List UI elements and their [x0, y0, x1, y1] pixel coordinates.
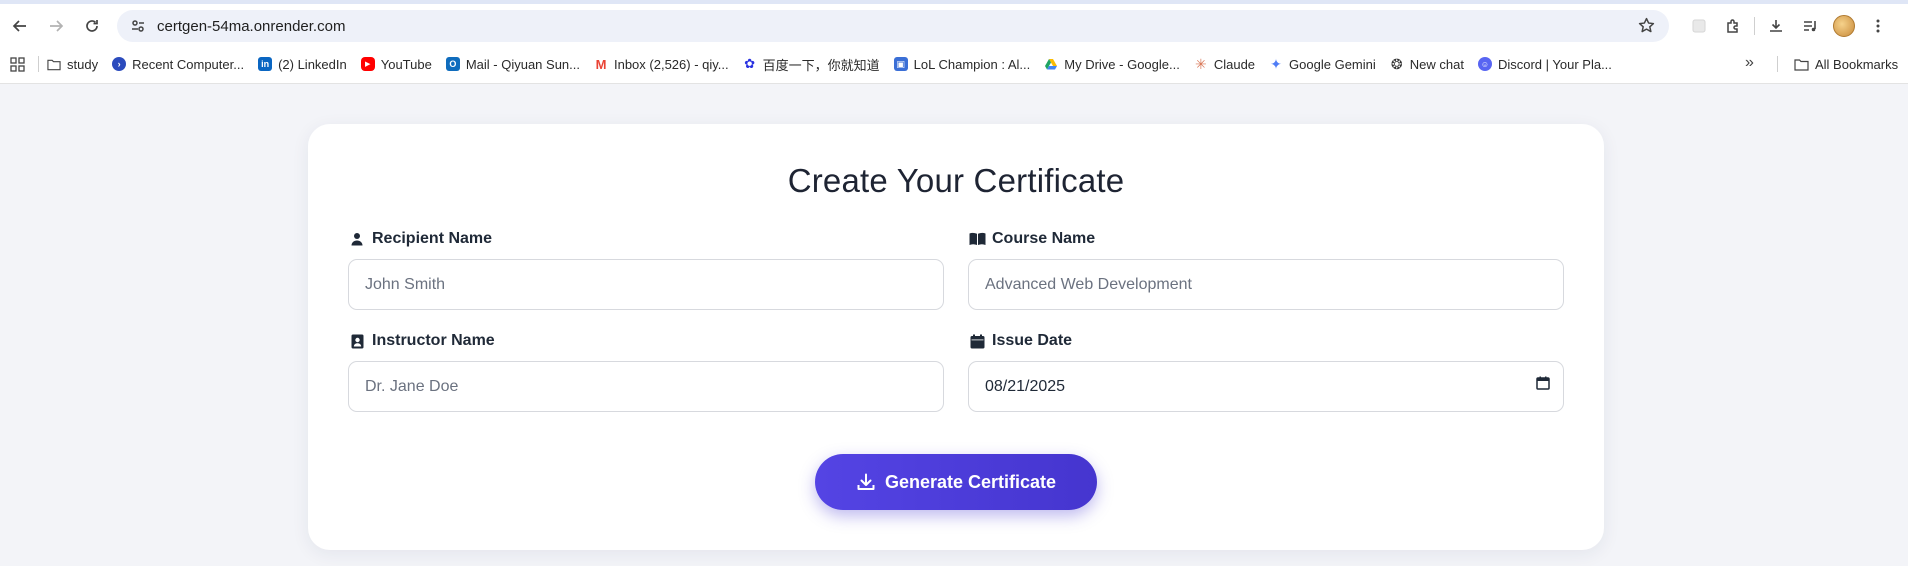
toolbar-divider: [1754, 17, 1755, 35]
back-button[interactable]: [2, 8, 38, 44]
issue-date-field-group: Issue Date 08/21/2025: [968, 330, 1564, 412]
bookmark-label: Claude: [1213, 56, 1256, 72]
page-title: Create Your Certificate: [787, 162, 1125, 199]
instructor-name-input[interactable]: Dr. Jane Doe: [348, 361, 944, 412]
all-bookmarks-label: All Bookmarks: [1815, 56, 1899, 72]
bookmark-label: My Drive - Google...: [1064, 56, 1180, 72]
date-picker-calendar-icon[interactable]: [1536, 376, 1550, 395]
instructor-label-text: Instructor Name: [372, 332, 495, 349]
openai-icon: ❂: [1390, 55, 1403, 72]
reload-icon: [86, 20, 98, 32]
bookmark-gemini[interactable]: ✦ Google Gemini: [1269, 55, 1376, 72]
drive-icon: [1044, 57, 1058, 71]
calendar-icon: [968, 333, 986, 349]
bookmark-label: New chat: [1409, 56, 1464, 72]
linkedin-icon: in: [258, 57, 273, 71]
outlook-icon: O: [445, 57, 460, 71]
address-bar[interactable]: certgen-54ma.onrender.com: [117, 10, 1669, 42]
media-controls-icon[interactable]: [1793, 9, 1827, 43]
all-bookmarks-button[interactable]: All Bookmarks: [1794, 50, 1898, 78]
course-label-text: Course Name: [992, 230, 1096, 247]
tab-strip-edge: [0, 0, 1908, 4]
course-name-value: Advanced Web Development: [985, 275, 1192, 293]
bookmark-linkedin[interactable]: in (2) LinkedIn: [258, 57, 347, 72]
issue-date-label: Issue Date: [968, 330, 1564, 352]
site-info-icon[interactable]: [123, 18, 153, 34]
instructor-name-value: Dr. Jane Doe: [365, 377, 459, 395]
apps-grid-icon[interactable]: [0, 56, 34, 72]
bookmark-label: study: [67, 56, 99, 72]
recipient-label-text: Recipient Name: [372, 230, 493, 247]
url-text[interactable]: certgen-54ma.onrender.com: [157, 18, 345, 35]
issue-date-label-text: Issue Date: [992, 332, 1073, 349]
bookmark-study[interactable]: study: [47, 57, 98, 72]
arrow-right-icon: [50, 20, 64, 32]
bookmark-youtube[interactable]: ▶ YouTube: [360, 56, 432, 72]
generate-certificate-button[interactable]: Generate Certificate: [815, 454, 1097, 510]
lol-icon: ▣: [893, 57, 908, 71]
bookmark-label: (2) LinkedIn: [278, 56, 347, 72]
bookmark-outlook[interactable]: O Mail - Qiyuan Sun...: [445, 56, 580, 72]
recipient-name-value: John Smith: [365, 275, 446, 293]
generate-certificate-label: Generate Certificate: [884, 471, 1057, 492]
discord-icon: ☺: [1477, 57, 1492, 71]
bookmarks-bar: study › Recent Computer... in (2) Linked…: [0, 50, 1908, 78]
instructor-label: Instructor Name: [348, 330, 944, 352]
book-icon: [968, 231, 986, 247]
course-field-group: Course Name Advanced Web Development: [968, 228, 1564, 310]
folder-icon: [1794, 58, 1809, 71]
bookmarks-divider: [38, 56, 39, 72]
forward-button[interactable]: [38, 8, 74, 44]
more-bookmarks-chevron-icon[interactable]: »: [1745, 54, 1754, 72]
reload-button[interactable]: [74, 8, 110, 44]
gmail-icon: M: [595, 56, 607, 72]
recipient-name-input[interactable]: John Smith: [348, 259, 944, 310]
bookmark-baidu[interactable]: ✿ 百度一下，你就知道: [743, 55, 880, 74]
bookmark-label: Discord | Your Pla...: [1497, 56, 1612, 72]
bookmark-recent-computer[interactable]: › Recent Computer...: [112, 57, 244, 72]
bookmark-gmail[interactable]: M Inbox (2,526) - qiy...: [594, 57, 729, 72]
certificate-form-card: Create Your Certificate Recipient Name J…: [308, 124, 1604, 550]
bookmark-label: 百度一下，你就知道: [762, 57, 880, 73]
toolbar-actions: [1682, 9, 1895, 43]
extensions-puzzle-icon[interactable]: [1716, 9, 1750, 43]
profile-avatar[interactable]: [1827, 9, 1861, 43]
bookmark-label: LoL Champion : Al...: [913, 56, 1031, 72]
bookmark-label: Mail - Qiyuan Sun...: [465, 56, 580, 72]
browser-toolbar: certgen-54ma.onrender.com: [0, 7, 1908, 45]
bookmark-star-icon[interactable]: [1638, 17, 1655, 39]
download-icon: [857, 473, 875, 490]
bookmark-label: Recent Computer...: [132, 56, 245, 72]
bookmark-claude[interactable]: ✳ Claude: [1194, 55, 1256, 72]
recipient-label: Recipient Name: [348, 228, 944, 250]
recipient-field-group: Recipient Name John Smith: [348, 228, 944, 310]
baidu-icon: ✿: [744, 56, 756, 71]
gemini-icon: ✦: [1270, 55, 1282, 72]
bookmarks-divider: [1777, 56, 1778, 72]
avatar: [1833, 15, 1855, 37]
bookmark-new-chat[interactable]: ❂ New chat: [1390, 55, 1464, 72]
bookmark-lol[interactable]: ▣ LoL Champion : Al...: [893, 56, 1031, 72]
user-icon: [348, 231, 366, 247]
bookmark-label: YouTube: [380, 56, 432, 72]
bookmark-label: Inbox (2,526) - qiy...: [613, 56, 729, 72]
youtube-icon: ▶: [360, 57, 375, 71]
extension-slot-icon[interactable]: [1682, 9, 1716, 43]
folder-icon: [47, 57, 61, 71]
bookmark-label: Google Gemini: [1289, 56, 1376, 72]
site-icon: ›: [112, 57, 127, 71]
browser-chrome: certgen-54ma.onrender.com study › Recent…: [0, 0, 1908, 84]
course-name-input[interactable]: Advanced Web Development: [968, 259, 1564, 310]
bookmark-drive[interactable]: My Drive - Google...: [1044, 57, 1180, 72]
course-label: Course Name: [968, 228, 1564, 250]
issue-date-value: 08/21/2025: [985, 377, 1066, 395]
downloads-icon[interactable]: [1759, 9, 1793, 43]
arrow-left-icon: [12, 20, 26, 32]
id-badge-icon: [348, 333, 366, 349]
instructor-field-group: Instructor Name Dr. Jane Doe: [348, 330, 944, 412]
bookmark-discord[interactable]: ☺ Discord | Your Pla...: [1477, 56, 1612, 72]
claude-icon: ✳: [1194, 55, 1207, 72]
browser-menu-icon[interactable]: [1861, 9, 1895, 43]
issue-date-input[interactable]: 08/21/2025: [968, 361, 1564, 412]
